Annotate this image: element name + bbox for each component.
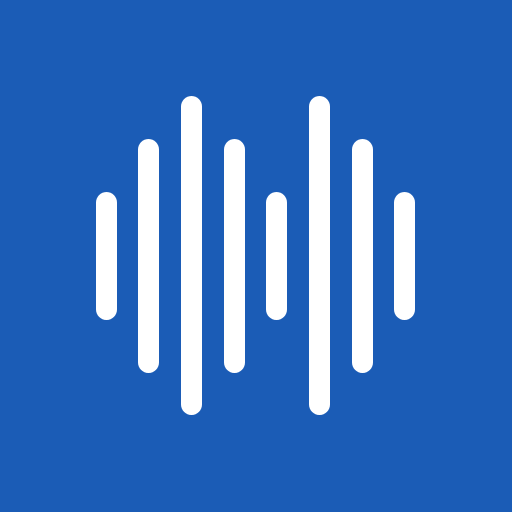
app-icon	[0, 0, 512, 512]
waveform-bar	[96, 192, 117, 320]
waveform-bar	[224, 139, 245, 373]
waveform-bar	[309, 96, 330, 415]
waveform-bar	[266, 192, 287, 320]
waveform-bar	[138, 139, 159, 373]
sound-waveform-icon	[0, 0, 512, 512]
waveform-bar	[181, 96, 202, 415]
waveform-bar	[394, 192, 415, 320]
waveform-bar	[352, 139, 373, 373]
